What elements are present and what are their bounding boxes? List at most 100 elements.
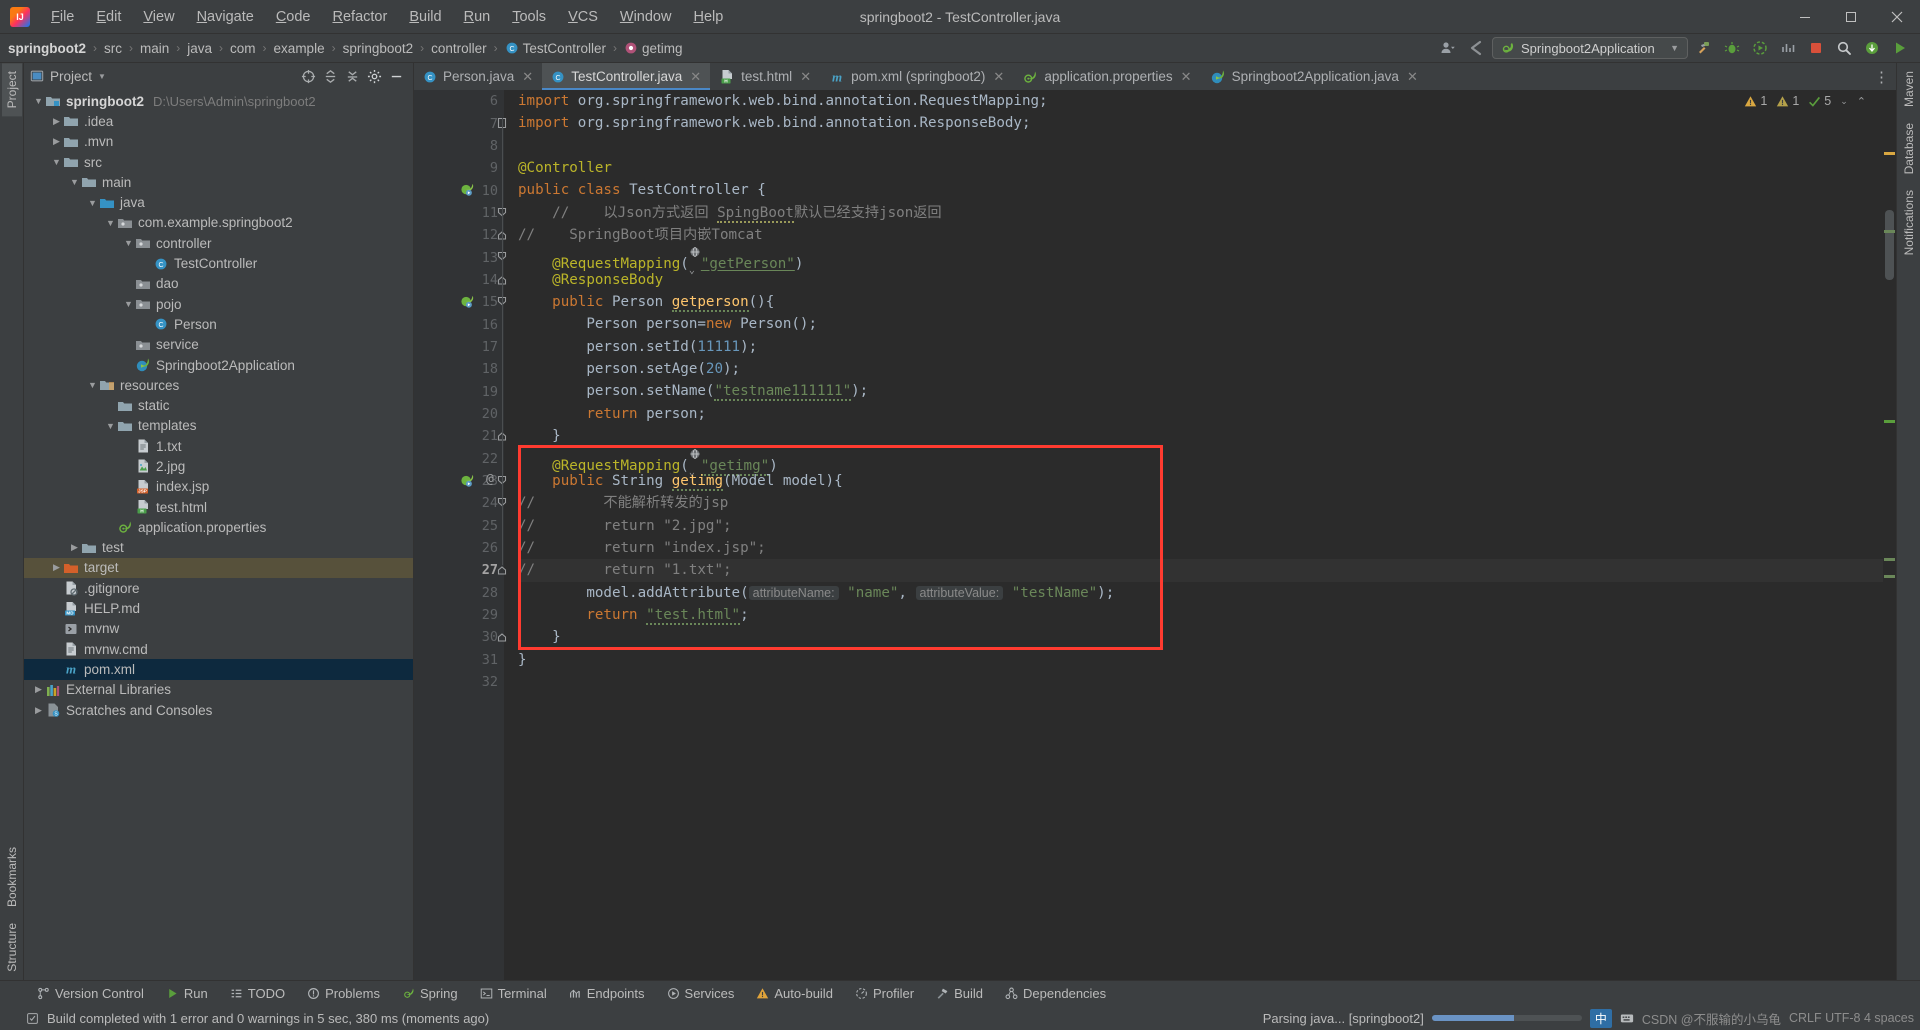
chevron-down-icon[interactable]: ▼ <box>86 379 99 392</box>
tree-node-dao[interactable]: dao <box>24 274 413 294</box>
tree-node-2-jpg[interactable]: 2.jpg <box>24 456 413 476</box>
code-line-25[interactable]: // return "2.jpg"; <box>518 515 1896 537</box>
gutter-line-17[interactable]: 17 <box>414 336 504 358</box>
menu-item-navigate[interactable]: Navigate <box>186 4 265 30</box>
breadcrumb-item-controller[interactable]: controller <box>431 41 487 56</box>
build-hammer-icon[interactable] <box>1692 36 1716 60</box>
gutter-line-14[interactable]: 14 <box>414 269 504 291</box>
code-line-16[interactable]: Person person=new Person(); <box>518 313 1896 335</box>
breadcrumb-item-springboot2[interactable]: springboot2 <box>343 41 414 56</box>
code-line-21[interactable]: } <box>518 425 1896 447</box>
gutter-line-24[interactable]: 24 <box>414 492 504 514</box>
editor-tab-person-java[interactable]: C Person.java ✕ <box>414 63 542 90</box>
breadcrumb-item-example[interactable]: example <box>274 41 325 56</box>
menu-item-view[interactable]: View <box>132 4 185 30</box>
bottom-tool-run[interactable]: Run <box>155 981 219 1006</box>
tree-node-testcontroller[interactable]: C TestController <box>24 253 413 273</box>
tool-tab-project[interactable]: Project <box>1 63 22 117</box>
spring-mapping-icon[interactable] <box>460 294 475 309</box>
minimize-button[interactable] <box>1782 0 1828 34</box>
tree-node-src[interactable]: ▼ src <box>24 152 413 172</box>
code-line-19[interactable]: person.setName("testname111111"); <box>518 380 1896 402</box>
chevron-down-icon[interactable]: ▼ <box>122 237 135 250</box>
tree-node-templates[interactable]: ▼ templates <box>24 416 413 436</box>
close-icon[interactable]: ✕ <box>690 69 701 85</box>
tree-node-static[interactable]: static <box>24 395 413 415</box>
debug-icon[interactable] <box>1720 36 1744 60</box>
spring-bean-icon[interactable] <box>460 182 475 197</box>
code-line-8[interactable] <box>518 135 1896 157</box>
tree-node--gitignore[interactable]: .gitignore <box>24 578 413 598</box>
close-button[interactable] <box>1874 0 1920 34</box>
menu-item-code[interactable]: Code <box>265 4 322 30</box>
tool-tab-structure[interactable]: Structure <box>2 915 22 980</box>
annotation-gutter-marker[interactable]: @ <box>486 472 494 487</box>
code-line-11[interactable]: // 以Json方式返回 SpingBoot默认已经支持json返回 <box>518 202 1896 224</box>
gutter-line-28[interactable]: 28 <box>414 582 504 604</box>
bottom-tool-profiler[interactable]: Profiler <box>844 981 925 1006</box>
code-line-7[interactable]: import org.springframework.web.bind.anno… <box>518 112 1896 134</box>
back-arrow-icon[interactable] <box>1464 36 1488 60</box>
tree-node-scratches-and-consoles[interactable]: ▶ S Scratches and Consoles <box>24 700 413 720</box>
chevron-down-icon[interactable]: ▼ <box>86 196 99 209</box>
chevron-down-icon[interactable]: ▼ <box>122 298 135 311</box>
inspection-widget[interactable]: 1 1 5 ⌄ ⌃ <box>1744 94 1866 108</box>
editor-tab-testcontroller-java[interactable]: C TestController.java ✕ <box>542 63 711 90</box>
chevron-down-icon[interactable]: ▼ <box>104 216 117 229</box>
scope-icon[interactable] <box>297 65 319 87</box>
gutter-line-20[interactable]: 20 <box>414 403 504 425</box>
tree-node-1-txt[interactable]: 1.txt <box>24 436 413 456</box>
user-icon[interactable] <box>1436 36 1460 60</box>
tool-tab-notifications[interactable]: Notifications <box>1899 182 1919 263</box>
code-line-18[interactable]: person.setAge(20); <box>518 358 1896 380</box>
tool-tab-database[interactable]: Database <box>1899 115 1919 182</box>
marker-warning[interactable] <box>1884 152 1895 155</box>
gutter-line-21[interactable]: 21 <box>414 425 504 447</box>
bottom-tool-endpoints[interactable]: Endpoints <box>558 981 656 1006</box>
breadcrumb-item-springboot2[interactable]: springboot2 <box>8 41 86 56</box>
marker-typo[interactable] <box>1884 558 1895 561</box>
tree-node-service[interactable]: service <box>24 335 413 355</box>
settings-gear-icon[interactable] <box>363 65 385 87</box>
close-icon[interactable]: ✕ <box>522 69 533 85</box>
code-line-32[interactable] <box>518 671 1896 693</box>
tree-node-main[interactable]: ▼ main <box>24 172 413 192</box>
bottom-tool-auto-build[interactable]: Auto-build <box>745 981 844 1006</box>
tree-node-test[interactable]: ▶ test <box>24 538 413 558</box>
stop-icon[interactable] <box>1804 36 1828 60</box>
breadcrumb-item-TestController[interactable]: C TestController <box>505 41 606 56</box>
editor-marker-bar[interactable] <box>1883 90 1896 980</box>
breadcrumb-item-getimg[interactable]: getimg <box>624 41 682 56</box>
code-line-12[interactable]: // SpringBoot项目内嵌Tomcat <box>518 224 1896 246</box>
tree-node-mvnw[interactable]: mvnw <box>24 619 413 639</box>
code-line-23[interactable]: public String getimg(Model model){ <box>518 470 1896 492</box>
code-line-13[interactable]: @RequestMapping(⌄ "getPerson") <box>518 246 1896 276</box>
menu-item-window[interactable]: Window <box>609 4 683 30</box>
gutter-line-16[interactable]: 16 <box>414 313 504 335</box>
tree-node-pojo[interactable]: ▼ pojo <box>24 294 413 314</box>
gutter-line-7[interactable]: 7 <box>414 112 504 134</box>
gutter-line-32[interactable]: 32 <box>414 671 504 693</box>
code-line-17[interactable]: person.setId(11111); <box>518 336 1896 358</box>
tree-node-index-jsp[interactable]: JSP index.jsp <box>24 477 413 497</box>
tree-node-mvnw-cmd[interactable]: mvnw.cmd <box>24 639 413 659</box>
gutter-line-30[interactable]: 30 <box>414 626 504 648</box>
menu-item-help[interactable]: Help <box>682 4 734 30</box>
close-icon[interactable]: ✕ <box>800 69 811 85</box>
menu-item-run[interactable]: Run <box>453 4 502 30</box>
spring-mapping-icon[interactable] <box>460 473 475 488</box>
breadcrumb-item-java[interactable]: java <box>187 41 212 56</box>
gutter-line-13[interactable]: 13 <box>414 246 504 268</box>
gutter-line-27[interactable]: 27 <box>414 559 504 581</box>
code-line-28[interactable]: model.addAttribute(attributeName: "name"… <box>518 582 1896 604</box>
bottom-tool-dependencies[interactable]: Dependencies <box>994 981 1117 1006</box>
gutter-line-8[interactable]: 8 <box>414 135 504 157</box>
bottom-tool-version-control[interactable]: Version Control <box>26 981 155 1006</box>
editor-tab-test-html[interactable]: Htest.html ✕ <box>710 63 820 90</box>
chevron-down-icon[interactable]: ▼ <box>50 156 63 169</box>
bottom-tool-spring[interactable]: Spring <box>391 981 469 1006</box>
marker-typo[interactable] <box>1884 230 1895 233</box>
tree-node-test-html[interactable]: Htest.html <box>24 497 413 517</box>
menu-item-file[interactable]: File <box>40 4 85 30</box>
code-line-24[interactable]: // 不能解析转发的jsp <box>518 492 1896 514</box>
